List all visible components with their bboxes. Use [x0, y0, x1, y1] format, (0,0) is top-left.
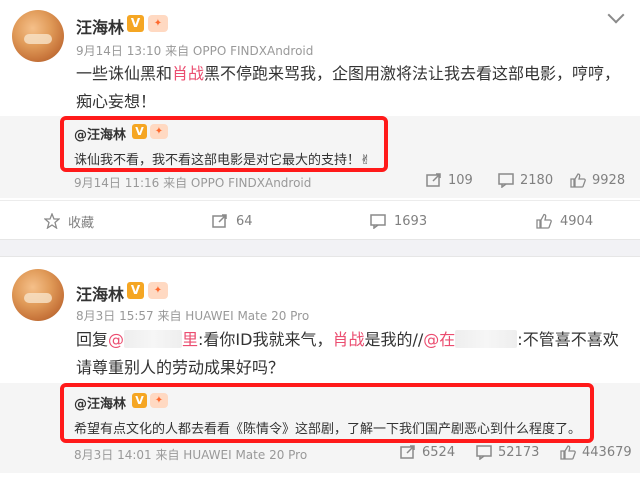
- like-button[interactable]: 4904: [536, 201, 593, 241]
- post-separator: [0, 239, 640, 257]
- blurred-username: [455, 330, 518, 348]
- post-meta: 9月14日 13:10 来自 OPPO FINDXAndroid: [76, 44, 314, 58]
- comment-icon: [476, 445, 492, 460]
- star-icon: [44, 213, 60, 229]
- repost-count: 64: [236, 213, 253, 229]
- post-text: 一些诛仙黑和: [76, 64, 173, 83]
- avatar[interactable]: [12, 269, 64, 321]
- mention-link[interactable]: @ 里: [108, 330, 198, 349]
- highlight-box: [60, 116, 388, 172]
- quoted-meta: 8月3日 14:01 来自 HUAWEI Mate 20 Pro: [74, 448, 308, 462]
- level-icon: ✦: [148, 282, 168, 299]
- quoted-like-count[interactable]: 9928: [570, 173, 625, 188]
- avatar[interactable]: [12, 10, 64, 62]
- mention-end: 里: [182, 330, 199, 349]
- thumbs-up-icon: [570, 173, 586, 188]
- mention-start: @: [108, 330, 125, 349]
- quoted-repost-count[interactable]: 6524: [400, 445, 455, 460]
- comment-count: 1693: [394, 213, 428, 229]
- comment-icon: [498, 173, 514, 188]
- thumbs-up-icon: [560, 445, 576, 460]
- repost-button[interactable]: 64: [212, 201, 253, 241]
- username[interactable]: 汪海林: [76, 281, 124, 305]
- post-text: 是我的//: [364, 330, 424, 349]
- hashtag-link[interactable]: 肖战: [332, 330, 364, 349]
- chevron-down-icon[interactable]: [607, 6, 625, 24]
- reply-prefix: 回复: [76, 330, 109, 349]
- comment-button[interactable]: 1693: [370, 201, 427, 241]
- blurred-username: [124, 330, 183, 348]
- favorite-label: 收藏: [68, 215, 95, 231]
- repost-count: 6524: [422, 445, 456, 460]
- hashtag-link[interactable]: 肖战: [172, 64, 204, 83]
- username[interactable]: 汪海林: [76, 14, 124, 38]
- comment-count: 2180: [520, 173, 554, 188]
- repost-icon: [400, 445, 415, 459]
- quoted-repost-count[interactable]: 109: [426, 173, 473, 188]
- favorite-button[interactable]: 收藏: [44, 201, 94, 241]
- comment-icon: [370, 214, 386, 229]
- thumbs-up-icon: [536, 213, 552, 229]
- weibo-post: 汪海林 V ✦ 9月14日 13:10 来自 OPPO FINDXAndroid…: [0, 0, 640, 239]
- repost-count: 109: [448, 173, 473, 188]
- weibo-post: 汪海林 V ✦ 8月3日 15:57 来自 HUAWEI Mate 20 Pro…: [0, 257, 640, 477]
- highlight-box: [60, 383, 594, 443]
- verified-icon: V: [127, 282, 144, 299]
- like-count: 4904: [560, 213, 594, 229]
- quoted-meta: 9月14日 11:16 来自 OPPO FINDXAndroid: [74, 176, 312, 190]
- quoted-comment-count[interactable]: 52173: [476, 445, 539, 460]
- level-icon: ✦: [148, 15, 168, 32]
- like-count: 443679: [582, 445, 632, 460]
- post-content: 回复@ 里:看你ID我就来气，肖战是我的//@在:不管喜不喜欢请尊重别人的劳动成果…: [76, 326, 632, 382]
- comment-count: 52173: [498, 445, 540, 460]
- quoted-comment-count[interactable]: 2180: [498, 173, 553, 188]
- repost-icon: [212, 214, 227, 228]
- mention-start: @在: [423, 330, 456, 349]
- post-content: 一些诛仙黑和肖战黑不停跑来骂我，企图用激将法让我去看这部电影，哼哼，痴心妄想！: [76, 60, 632, 116]
- post-text: :看你ID我就来气，: [198, 330, 333, 349]
- action-bar: 收藏 64 1693 4904: [0, 200, 640, 240]
- repost-icon: [426, 173, 441, 187]
- quoted-like-count[interactable]: 443679: [560, 445, 632, 460]
- mention-link[interactable]: @在: [423, 330, 518, 349]
- verified-icon: V: [127, 15, 144, 32]
- like-count: 9928: [592, 173, 626, 188]
- post-meta: 8月3日 15:57 来自 HUAWEI Mate 20 Pro: [76, 309, 310, 323]
